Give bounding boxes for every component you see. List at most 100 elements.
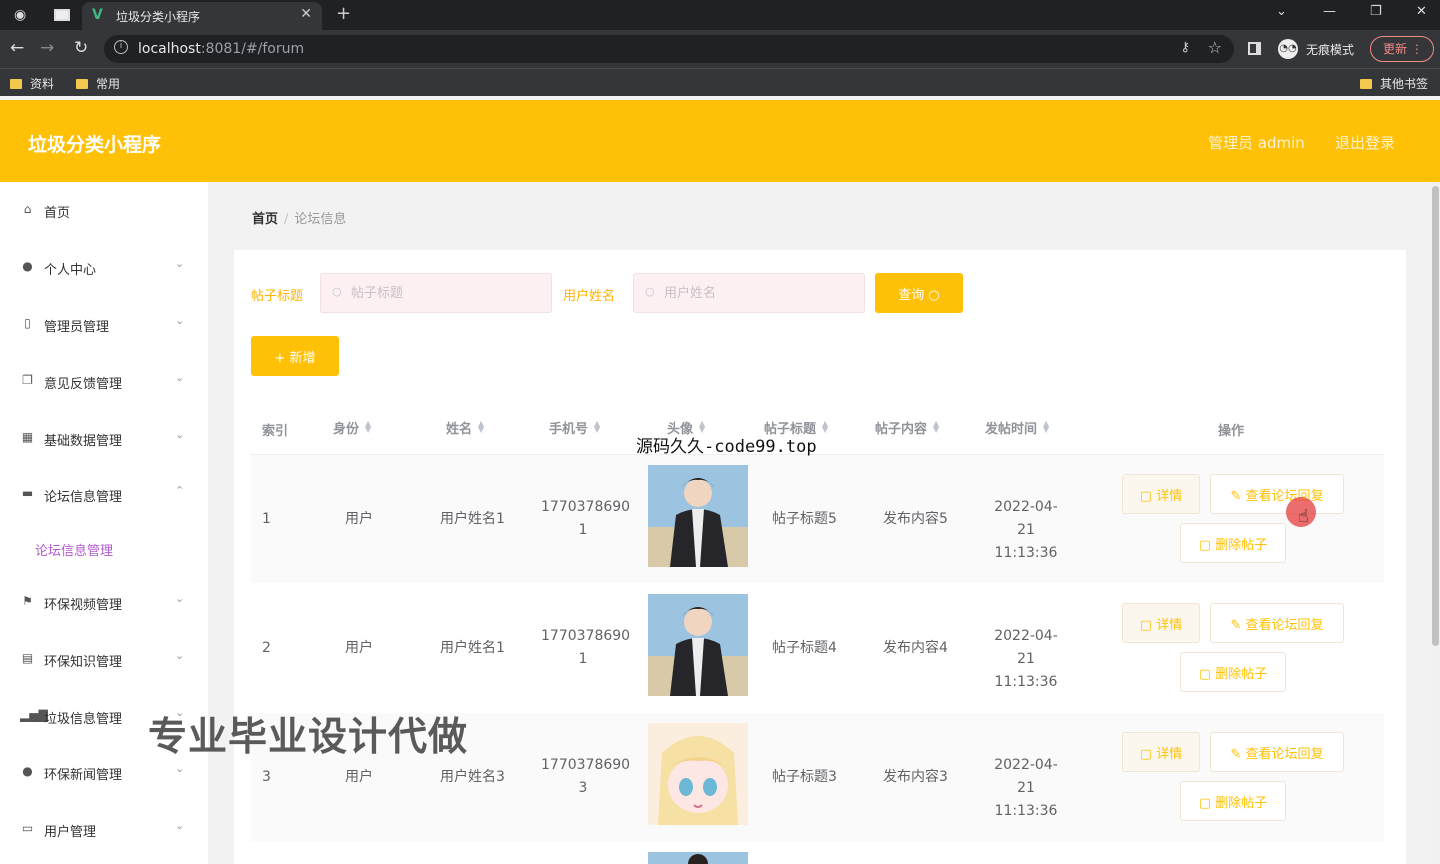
incognito-icon[interactable]: ◔◔: [1278, 39, 1298, 59]
cell-name: 用户姓名3: [440, 769, 505, 785]
sidebar-subitem-forum-manage[interactable]: 论坛信息管理: [35, 540, 113, 559]
folder-icon: [10, 79, 22, 89]
column-header-name[interactable]: 姓名 ▲ ▼: [446, 418, 484, 438]
chevron-down-icon: ⌄: [175, 428, 185, 441]
browser-tab[interactable]: V 垃圾分类小程序 ✕: [82, 2, 322, 30]
sidebar-item-label: 首页: [44, 206, 71, 221]
delete-post-button[interactable]: ▢ 删除帖子: [1180, 781, 1286, 821]
sidebar-item-label: 基础数据管理: [44, 434, 123, 449]
detail-button[interactable]: ▢ 详情: [1122, 732, 1200, 772]
column-header-post-time[interactable]: 发帖时间 ▲ ▼: [985, 418, 1049, 438]
bookmark-folder-1[interactable]: 常用: [76, 75, 120, 92]
column-header-post-content[interactable]: 帖子内容 ▲ ▼: [875, 418, 939, 438]
url-text: localhost:8081/#/forum: [138, 41, 305, 57]
logout-link[interactable]: 退出登录: [1335, 132, 1395, 153]
update-button[interactable]: 更新 ⋮: [1370, 36, 1434, 62]
post-title-input[interactable]: [320, 273, 552, 313]
code-watermark: 源码久久-code99.top: [636, 437, 817, 457]
column-header-phone[interactable]: 手机号 ▲ ▼: [549, 418, 600, 438]
tab-title: 垃圾分类小程序: [116, 10, 201, 24]
sort-icon[interactable]: ▲ ▼: [365, 420, 371, 434]
back-icon[interactable]: ←: [10, 38, 24, 58]
view-replies-button[interactable]: ✎ 查看论坛回复: [1210, 603, 1344, 643]
sidebar-item-label: 个人中心: [44, 263, 97, 278]
sidebar-item-feedback[interactable]: ❐ 意见反馈管理 ⌄: [0, 361, 208, 401]
column-header-role[interactable]: 身份 ▲ ▼: [333, 418, 371, 438]
sidebar-item-profile[interactable]: ● 个人中心 ⌄: [0, 247, 208, 287]
sidebar-item-videos[interactable]: ⚑ 环保视频管理 ⌄: [0, 582, 208, 622]
minimize-icon[interactable]: —: [1323, 4, 1336, 19]
close-tab-icon[interactable]: ✕: [300, 6, 312, 22]
sidebar-item-forum[interactable]: ▬ 论坛信息管理 ⌃: [0, 474, 208, 514]
edit-icon: ✎: [1230, 617, 1242, 633]
promo-overlay: 专业毕业设计代做: [148, 715, 469, 760]
key-icon[interactable]: ⚷: [1180, 40, 1190, 55]
edit-icon: ▢: [1139, 746, 1153, 762]
chat-icon: ▭: [21, 821, 34, 835]
sidebar-item-basedata[interactable]: ▦ 基础数据管理 ⌄: [0, 418, 208, 458]
reload-icon[interactable]: ↻: [74, 38, 88, 58]
sidebar-item-label: 意见反馈管理: [44, 377, 123, 392]
cell-post-time: 2022-04-21 11:13:36: [994, 628, 1058, 690]
table-row: [250, 842, 1384, 864]
sidebar-item-label: 用户管理: [44, 825, 97, 840]
chevron-down-icon: ⌄: [175, 592, 185, 605]
sort-icon[interactable]: ▲ ▼: [933, 420, 939, 434]
query-button[interactable]: 查询 ○: [875, 273, 963, 313]
sort-icon[interactable]: ▲ ▼: [1043, 420, 1049, 434]
sidebar-item-label: 环保知识管理: [44, 655, 123, 670]
cell-index: 1: [262, 511, 271, 527]
column-header-index: 索引: [262, 424, 289, 439]
bookmark-folder-0[interactable]: 资料: [10, 75, 54, 92]
restore-icon[interactable]: ❐: [1370, 4, 1382, 19]
new-tab-icon[interactable]: +: [336, 3, 351, 24]
globe-icon[interactable]: ◉: [14, 7, 30, 23]
sidebar-item-label: 垃圾信息管理: [44, 712, 123, 727]
breadcrumb-home[interactable]: 首页: [252, 212, 278, 227]
close-window-icon[interactable]: ✕: [1416, 4, 1427, 19]
sort-icon[interactable]: ▲ ▼: [478, 420, 484, 434]
delete-post-button[interactable]: ▢ 删除帖子: [1180, 523, 1286, 563]
phone-icon: ▯: [24, 316, 31, 330]
sidebar-item-home[interactable]: ⌂ 首页: [0, 190, 208, 230]
bookmark-star-icon[interactable]: ☆: [1208, 38, 1222, 57]
view-replies-button[interactable]: ✎ 查看论坛回复: [1210, 732, 1344, 772]
cell-index: 3: [262, 769, 271, 785]
home-icon: ⌂: [23, 202, 32, 216]
detail-button[interactable]: ▢ 详情: [1122, 603, 1200, 643]
cell-post-content: 发布内容5: [883, 511, 948, 527]
post-title-label: 帖子标题: [251, 289, 304, 304]
side-panel-icon[interactable]: [1248, 42, 1261, 55]
view-replies-button[interactable]: ✎ 查看论坛回复: [1210, 474, 1344, 514]
chevron-down-icon: ⌄: [175, 762, 185, 775]
tab-search-icon[interactable]: [54, 9, 70, 21]
user-name-input[interactable]: [633, 273, 865, 313]
sidebar-item-knowledge[interactable]: ▤ 环保知识管理 ⌄: [0, 639, 208, 679]
sort-icon[interactable]: ▲ ▼: [822, 420, 828, 434]
folder-icon: [1360, 79, 1372, 89]
detail-button[interactable]: ▢ 详情: [1122, 474, 1200, 514]
cell-phone: 1770378690 1: [541, 628, 631, 667]
breadcrumb: 首页 / 论坛信息: [252, 208, 346, 227]
app-title: 垃圾分类小程序: [28, 134, 162, 156]
delete-post-button[interactable]: ▢ 删除帖子: [1180, 652, 1286, 692]
tab-list-icon[interactable]: ⌄: [1276, 4, 1287, 19]
flag-icon: ⚑: [22, 594, 33, 608]
cell-post-title: 帖子标题5: [772, 511, 837, 527]
address-bar[interactable]: i localhost:8081/#/forum ⚷ ☆: [104, 35, 1234, 63]
add-button[interactable]: + 新增: [251, 336, 339, 376]
grid-icon: ▦: [21, 430, 34, 444]
avatar-image: [648, 594, 748, 696]
other-bookmarks[interactable]: 其他书签: [1360, 75, 1428, 92]
search-icon: ○: [332, 285, 342, 298]
forward-icon[interactable]: →: [40, 38, 54, 58]
sidebar-item-admins[interactable]: ▯ 管理员管理 ⌄: [0, 304, 208, 344]
bulb-icon: ●: [22, 764, 33, 778]
sidebar-item-users[interactable]: ▭ 用户管理 ⌄: [0, 809, 208, 849]
cell-post-title: 帖子标题4: [772, 640, 837, 656]
sort-icon[interactable]: ▲ ▼: [594, 420, 600, 434]
search-icon: ○: [645, 285, 655, 298]
scrollbar-thumb[interactable]: [1432, 186, 1439, 646]
site-info-icon[interactable]: i: [114, 40, 128, 54]
trash-icon: ▢: [1198, 666, 1212, 682]
